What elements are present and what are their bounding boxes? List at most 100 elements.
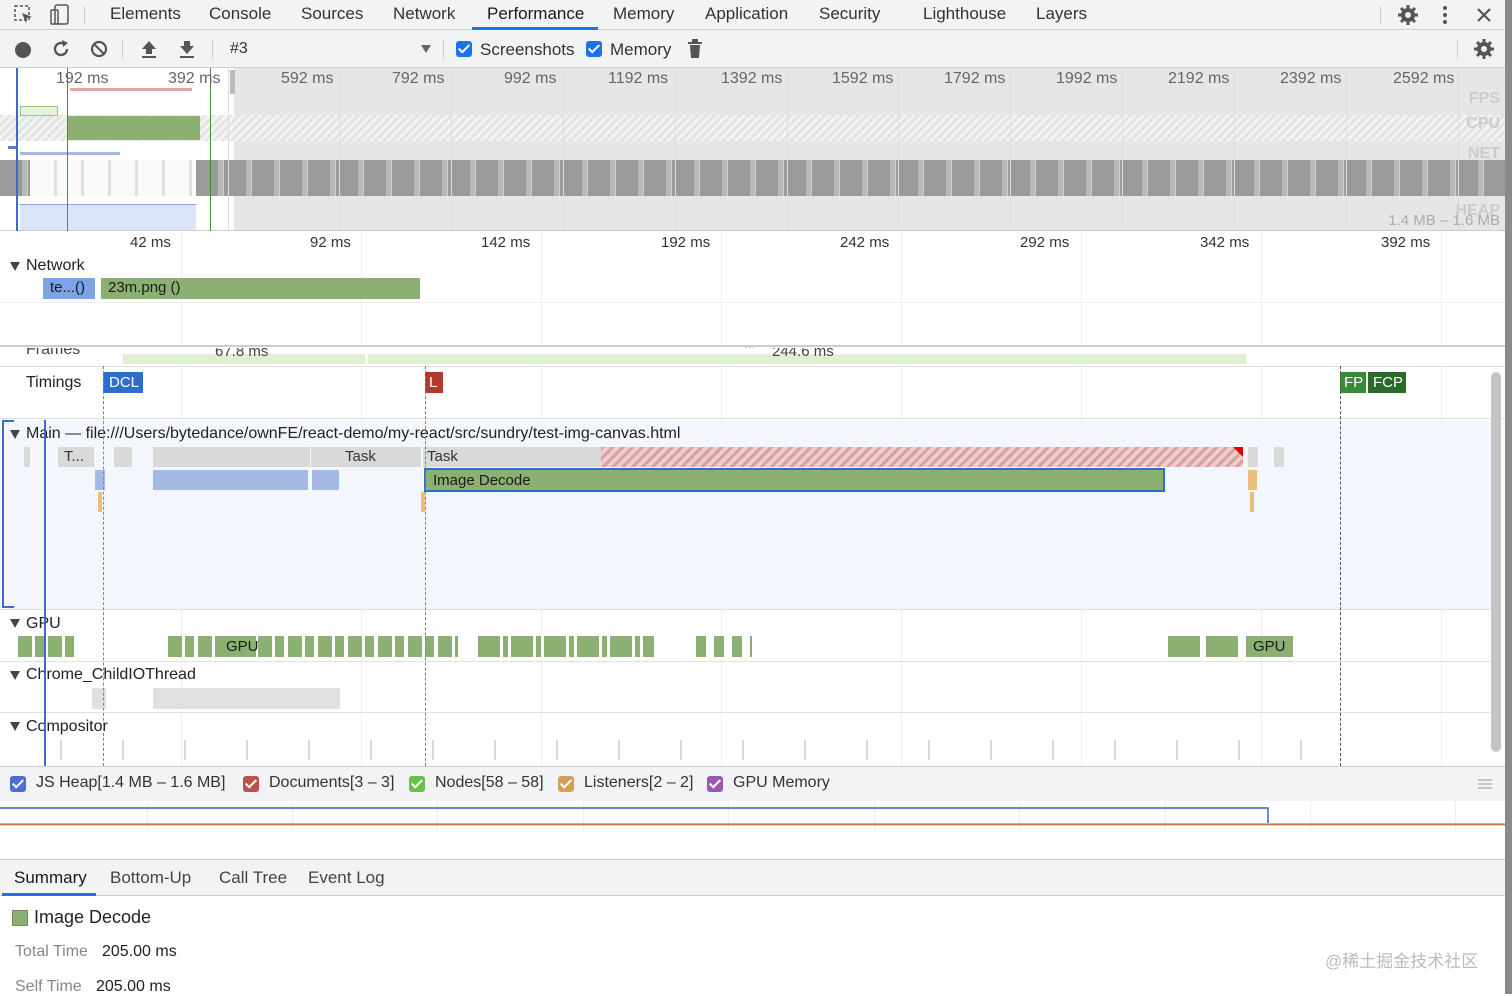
overview-window-left[interactable] — [16, 68, 18, 231]
fps-lane-label: FPS — [1468, 90, 1500, 107]
screenshots-checkbox[interactable] — [456, 41, 472, 57]
reload-profile-icon[interactable] — [51, 39, 71, 59]
timings-track-title[interactable]: Timings — [26, 374, 81, 392]
capture-settings-gear-icon[interactable] — [1473, 38, 1495, 60]
overview-tick: 1592 ms — [832, 70, 894, 87]
fcp-line — [1340, 366, 1341, 766]
net-request-bar — [20, 152, 120, 155]
selection-cursor — [44, 420, 46, 766]
net-lane-label: NET — [1468, 145, 1500, 162]
cpu-lane-label: CPU — [1466, 115, 1500, 132]
fps-red-bar — [70, 88, 192, 91]
script-bar[interactable] — [153, 470, 308, 490]
device-toolbar-icon[interactable] — [50, 4, 70, 26]
task-bar[interactable] — [153, 447, 310, 467]
listeners-checkbox[interactable] — [558, 776, 574, 792]
heap-range-label: 1.4 MB – 1.6 MB — [1388, 212, 1500, 228]
long-task-bar[interactable]: Task — [423, 447, 603, 467]
heap-area — [20, 204, 196, 230]
image-decode-event[interactable]: Image Decode — [424, 468, 1165, 492]
fp-marker[interactable]: FP — [1340, 372, 1366, 393]
dcl-marker[interactable]: DCL — [103, 372, 143, 393]
network-expand-icon[interactable] — [10, 262, 20, 271]
summary-tab-indicator — [2, 893, 96, 896]
network-track-title[interactable]: Network — [26, 257, 85, 275]
network-request-document[interactable]: te...() — [43, 278, 95, 299]
garbage-collect-icon[interactable] — [687, 39, 703, 59]
tab-layers[interactable]: Layers — [1036, 4, 1087, 24]
tab-elements[interactable]: Elements — [110, 4, 181, 24]
overview-tick: 2192 ms — [1168, 70, 1230, 87]
self-time-label: Self Time — [15, 978, 82, 995]
main-selected-bracket — [2, 420, 4, 608]
overview-tick: 1392 ms — [721, 70, 783, 87]
gpu-memory-checkbox[interactable] — [707, 776, 723, 792]
task-bar[interactable]: T... — [58, 447, 94, 467]
compositor-title[interactable]: Compositor — [26, 718, 108, 736]
io-thread-expand-icon[interactable] — [10, 671, 20, 680]
nodes-checkbox[interactable] — [409, 776, 425, 792]
documents-checkbox[interactable] — [243, 776, 259, 792]
watermark: @稀土掘金技术社区 — [1325, 952, 1479, 971]
compositor-expand-icon[interactable] — [10, 722, 20, 731]
overview-tick: 392 ms — [168, 70, 221, 87]
long-task-overrun[interactable] — [601, 447, 1243, 467]
load-marker[interactable]: L — [425, 372, 443, 393]
listeners-label: Listeners[2 – 2] — [584, 774, 694, 791]
tab-lighthouse[interactable]: Lighthouse — [923, 4, 1006, 24]
memory-checkbox[interactable] — [586, 41, 602, 57]
clear-icon[interactable] — [89, 39, 109, 59]
overview-tick: 1992 ms — [1056, 70, 1118, 87]
network-splitter[interactable] — [0, 345, 1512, 347]
inspect-element-icon[interactable] — [14, 5, 34, 25]
chevron-down-icon[interactable] — [421, 45, 431, 53]
recording-select[interactable]: #3 — [230, 40, 248, 58]
overview-tick: 1792 ms — [944, 70, 1006, 87]
tab-network[interactable]: Network — [393, 4, 455, 24]
cpu-lane — [0, 115, 1512, 141]
tab-console[interactable]: Console — [209, 4, 271, 24]
main-expand-icon[interactable] — [10, 430, 20, 439]
settings-gear-icon[interactable] — [1397, 4, 1419, 26]
screenshots-filmstrip — [0, 160, 1512, 196]
js-heap-checkbox[interactable] — [10, 776, 26, 792]
tab-call-tree[interactable]: Call Tree — [219, 868, 287, 888]
flame-chart-scrollbar[interactable] — [1491, 372, 1501, 752]
overview-tick: 992 ms — [504, 70, 557, 87]
network-request-image[interactable]: 23m.png () — [101, 278, 420, 299]
load-profile-icon[interactable] — [139, 39, 159, 59]
tab-bottom-up[interactable]: Bottom-Up — [110, 868, 191, 888]
io-task[interactable] — [153, 688, 340, 709]
tab-event-log[interactable]: Event Log — [308, 868, 385, 888]
more-options-icon[interactable] — [1441, 5, 1449, 25]
gpu-task[interactable]: GPU — [1246, 636, 1293, 657]
gpu-expand-icon[interactable] — [10, 619, 20, 628]
counter-lines — [0, 807, 1512, 826]
main-thread-title[interactable]: Main — file:///Users/bytedance/ownFE/rea… — [26, 425, 680, 443]
tab-application[interactable]: Application — [705, 4, 788, 24]
overview-window-handle[interactable] — [230, 70, 235, 94]
long-task-warning-icon — [1233, 447, 1243, 457]
ruler-tick: 142 ms — [481, 234, 531, 251]
ruler-tick: 92 ms — [310, 234, 351, 251]
tab-sources[interactable]: Sources — [301, 4, 363, 24]
close-devtools-icon[interactable] — [1475, 6, 1493, 24]
record-icon[interactable] — [13, 40, 33, 60]
frames-track-title[interactable]: Frames — [26, 348, 80, 359]
total-time-value: 205.00 ms — [102, 943, 177, 960]
tab-security[interactable]: Security — [819, 4, 880, 24]
devtools-tabbar: Elements Console Sources Network Perform… — [0, 0, 1512, 30]
ruler-tick: 392 ms — [1381, 234, 1431, 251]
fcp-marker[interactable]: FCP — [1368, 372, 1406, 393]
drag-handle-icon[interactable] — [1478, 778, 1492, 790]
task-bar[interactable]: Task — [311, 447, 421, 467]
tab-memory[interactable]: Memory — [613, 4, 674, 24]
tab-performance[interactable]: Performance — [487, 4, 584, 24]
performance-toolbar: #3 Screenshots Memory — [0, 30, 1512, 68]
frame-duration: 67.8 ms — [215, 348, 269, 360]
gpu-task[interactable]: GPU — [222, 636, 259, 657]
tab-summary[interactable]: Summary — [14, 868, 87, 888]
documents-label: Documents[3 – 3] — [269, 774, 395, 791]
save-profile-icon[interactable] — [177, 39, 197, 59]
io-thread-title[interactable]: Chrome_ChildIOThread — [26, 666, 196, 684]
